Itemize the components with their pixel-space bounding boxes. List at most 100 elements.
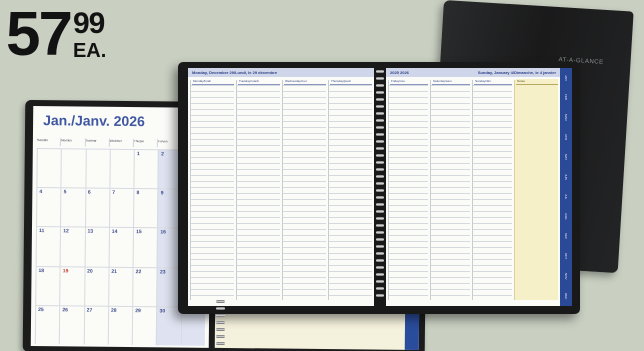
- monthly-day-number: 8: [136, 190, 140, 197]
- monthly-day-number: 5: [63, 189, 67, 196]
- spiral-ring: [216, 328, 225, 331]
- monthly-day-number: 29: [135, 307, 141, 314]
- monthly-day-cell: 29: [131, 305, 157, 346]
- weekly-right-header-left: 2025 2026: [390, 70, 409, 75]
- spiral-ring: [376, 70, 384, 73]
- weekly-day-column: Wednesday/mer.: [282, 79, 326, 300]
- weekly-planner-image: Monday, December 29/Lundi, le 29 décembr…: [178, 62, 580, 314]
- monthly-day-header: Mon/lun: [61, 138, 86, 147]
- spiral-ring: [376, 217, 384, 220]
- spiral-ring: [376, 133, 384, 136]
- spiral-ring: [216, 300, 225, 303]
- month-tab: SEP: [564, 232, 568, 239]
- monthly-spiral-binding: [216, 300, 226, 350]
- monthly-day-cell: 7: [108, 187, 134, 228]
- monthly-day-cell: 25: [34, 304, 60, 345]
- monthly-day-number: 21: [111, 268, 117, 275]
- month-tab: FEB: [564, 94, 568, 101]
- monthly-day-cell: 22: [132, 266, 158, 307]
- weekly-day-label: Friday/ven.: [390, 79, 429, 85]
- monthly-day-cell: [84, 148, 110, 188]
- monthly-day-cell: 19: [59, 265, 85, 306]
- monthly-day-cell: 26: [59, 305, 84, 345]
- spiral-ring: [376, 182, 384, 185]
- month-tab: NOV: [564, 272, 568, 280]
- monthly-day-number: 13: [87, 228, 94, 236]
- spiral-ring: [216, 314, 225, 317]
- monthly-day-number: 28: [110, 307, 117, 314]
- month-tab: MAY: [564, 154, 568, 161]
- spiral-ring: [376, 154, 384, 157]
- weekly-day-label: Monday/lundi: [192, 79, 234, 85]
- monthly-day-number: 4: [39, 189, 43, 196]
- monthly-day-number: 1: [136, 151, 140, 158]
- monthly-day-header: Sun/dim: [36, 138, 62, 147]
- spiral-ring: [376, 119, 384, 122]
- spiral-ring: [376, 84, 384, 87]
- price-cents: 99: [72, 7, 105, 40]
- monthly-day-cell: 18: [35, 265, 60, 306]
- weekly-day-label: Thursday/jeudi: [330, 79, 372, 85]
- monthly-day-number: 26: [62, 307, 69, 314]
- month-tab: AUG: [564, 212, 568, 220]
- month-tab: JUN: [564, 174, 568, 180]
- weekly-day-label: Wednesday/mer.: [284, 79, 326, 85]
- monthly-tab-strip: [404, 313, 420, 351]
- price-tag: 57 99 EA.: [6, 4, 106, 66]
- monthly-day-cell: 21: [108, 266, 133, 306]
- monthly-day-number: 27: [86, 307, 93, 314]
- weekly-right-columns: Friday/ven. Saturday/sam. Sunday/dim. Notes: [388, 79, 559, 300]
- spiral-ring: [376, 105, 384, 108]
- spiral-ring: [376, 91, 384, 94]
- spiral-ring: [376, 147, 384, 150]
- monthly-day-cell: 28: [107, 305, 133, 346]
- spiral-ring: [376, 266, 384, 269]
- spiral-ring: [376, 196, 384, 199]
- monthly-day-cell: 15: [132, 227, 158, 267]
- weekly-day-column: Tuesday/mardi: [236, 79, 280, 300]
- spiral-ring: [376, 175, 384, 178]
- weekly-day-label: Saturday/sam.: [432, 79, 471, 85]
- monthly-day-cell: [109, 148, 134, 189]
- weekly-day-column: Thursday/jeudi: [328, 79, 372, 300]
- spiral-ring: [376, 161, 384, 164]
- weekly-day-label: Tuesday/mardi: [238, 79, 280, 85]
- weekly-day-column: Sunday/dim.: [472, 79, 513, 300]
- spiral-ring: [376, 231, 384, 234]
- monthly-day-number: 19: [62, 267, 69, 274]
- spiral-ring: [376, 126, 384, 129]
- weekly-left-header: Monday, December 29/Lundi, le 29 décembr…: [188, 68, 374, 77]
- spiral-ring: [376, 203, 384, 206]
- month-tab: JUL: [564, 193, 568, 199]
- spiral-ring: [216, 307, 225, 310]
- monthly-day-cell: 8: [133, 188, 158, 228]
- monthly-day-number: 30: [159, 308, 166, 315]
- monthly-day-cell: 6: [84, 187, 110, 228]
- monthly-day-cell: 11: [35, 226, 61, 266]
- monthly-day-number: 25: [38, 306, 44, 313]
- monthly-day-cell: [36, 148, 62, 188]
- weekly-month-tabs: JAN FEB MAR APR MAY JUN JUL AUG SEP OCT NOV DEC: [560, 68, 572, 306]
- spiral-ring: [216, 335, 225, 338]
- monthly-title: Jan./Janv. 2026: [43, 112, 145, 130]
- weekly-day-column: Friday/ven.: [388, 79, 429, 300]
- monthly-day-number: 2: [161, 151, 165, 158]
- monthly-day-number: 9: [160, 190, 164, 197]
- monthly-day-number: 6: [87, 189, 91, 196]
- monthly-day-cell: 27: [83, 305, 109, 345]
- month-tab: OCT: [564, 252, 568, 259]
- monthly-day-number: 20: [87, 268, 93, 275]
- spiral-ring: [376, 287, 384, 290]
- spiral-ring: [376, 210, 384, 213]
- monthly-day-number: 15: [136, 229, 142, 236]
- spiral-ring: [376, 140, 384, 143]
- monthly-day-cell: 4: [36, 187, 61, 227]
- spiral-ring: [216, 321, 225, 324]
- monthly-day-number: 22: [135, 268, 142, 275]
- monthly-day-cell: 14: [108, 227, 134, 267]
- weekly-day-label: Sunday/dim.: [474, 79, 513, 85]
- weekly-notes-label: Notes: [516, 79, 559, 85]
- monthly-day-number: 23: [159, 268, 166, 275]
- monthly-day-cell: 20: [83, 266, 109, 306]
- spiral-ring: [376, 77, 384, 80]
